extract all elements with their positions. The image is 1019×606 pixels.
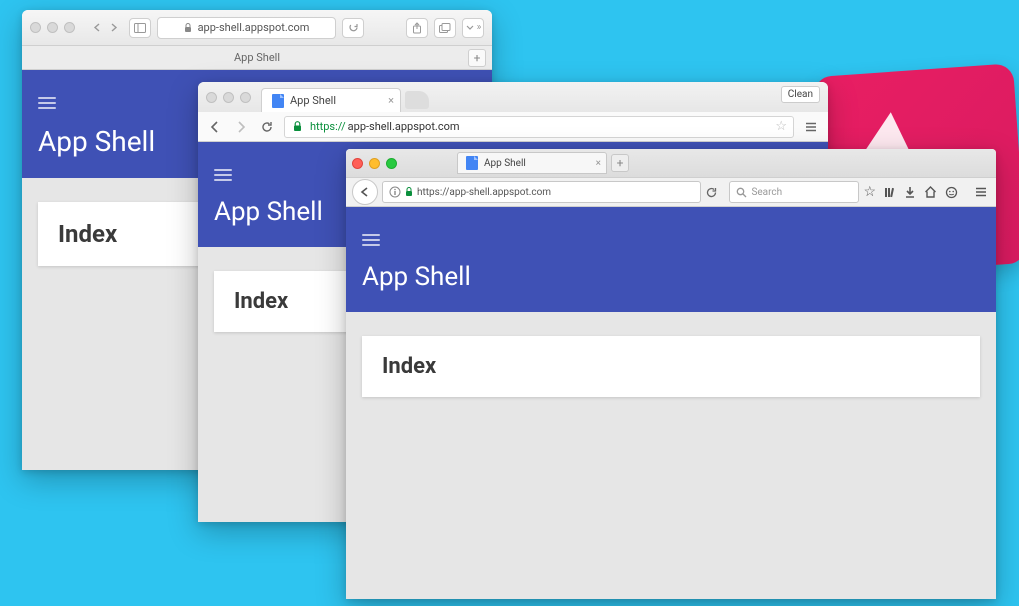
- app-title: App Shell: [362, 262, 980, 292]
- bookmark-star-icon[interactable]: ☆: [863, 184, 876, 200]
- back-button[interactable]: [87, 23, 105, 32]
- close-tab-icon[interactable]: ×: [388, 94, 394, 107]
- menu-button[interactable]: [972, 183, 990, 201]
- app-header: App Shell: [346, 207, 996, 312]
- menu-button[interactable]: [802, 118, 820, 136]
- hamburger-icon[interactable]: [214, 169, 232, 181]
- info-icon[interactable]: [389, 186, 401, 198]
- search-bar[interactable]: Search: [729, 181, 859, 203]
- reload-button[interactable]: [342, 18, 364, 38]
- back-button[interactable]: [206, 118, 224, 136]
- tab-title: App Shell: [234, 51, 280, 64]
- close-icon[interactable]: [30, 22, 41, 33]
- library-icon[interactable]: [884, 186, 896, 198]
- url-text: https://app-shell.appspot.com: [417, 187, 551, 198]
- bookmark-star-icon[interactable]: ☆: [775, 119, 787, 134]
- nav-back-forward[interactable]: [87, 23, 123, 32]
- close-icon[interactable]: [352, 158, 363, 169]
- content-card: Index: [362, 336, 980, 397]
- sync-icon[interactable]: [945, 186, 958, 199]
- clean-button[interactable]: Clean: [781, 86, 820, 103]
- download-icon[interactable]: [904, 186, 916, 198]
- browser-tab[interactable]: App Shell ×: [261, 88, 401, 112]
- clean-label: Clean: [788, 89, 813, 100]
- address-text: app-shell.appspot.com: [198, 21, 310, 34]
- minimize-icon[interactable]: [369, 158, 380, 169]
- firefox-tabstrip: App Shell × +: [346, 149, 996, 177]
- window-controls[interactable]: [206, 92, 251, 103]
- tabs-button[interactable]: [434, 18, 456, 38]
- hamburger-icon[interactable]: [362, 234, 380, 246]
- maximize-icon[interactable]: [64, 22, 75, 33]
- minimize-icon[interactable]: [223, 92, 234, 103]
- sidebar-button[interactable]: [129, 18, 151, 38]
- forward-button: [232, 118, 250, 136]
- maximize-icon[interactable]: [386, 158, 397, 169]
- app-body: Index: [346, 312, 996, 599]
- window-controls[interactable]: [30, 22, 75, 33]
- reload-button[interactable]: [258, 118, 276, 136]
- new-tab-button[interactable]: +: [468, 49, 486, 67]
- forward-button[interactable]: [105, 23, 123, 32]
- card-heading: Index: [234, 289, 288, 314]
- browser-tab[interactable]: App Shell ×: [457, 152, 607, 174]
- card-heading: Index: [58, 220, 117, 248]
- address-bar[interactable]: https://app-shell.appspot.com ☆: [284, 116, 794, 138]
- url-host: app-shell.appspot.com: [348, 120, 460, 133]
- new-tab-button[interactable]: [405, 91, 429, 109]
- page-icon: [272, 94, 284, 108]
- share-button[interactable]: [406, 18, 428, 38]
- close-tab-icon[interactable]: ×: [596, 158, 601, 169]
- new-tab-button[interactable]: +: [611, 154, 629, 172]
- firefox-window: App Shell × + https://app-shell.appspot.…: [346, 149, 996, 599]
- chrome-toolbar: https://app-shell.appspot.com ☆: [198, 112, 828, 142]
- firefox-toolbar: https://app-shell.appspot.com Search ☆: [346, 177, 996, 207]
- minimize-icon[interactable]: [47, 22, 58, 33]
- browser-tab[interactable]: App Shell: [22, 51, 492, 64]
- page-icon: [466, 156, 478, 170]
- home-icon[interactable]: [924, 186, 937, 198]
- card-heading: Index: [382, 354, 436, 379]
- tab-title: App Shell: [290, 94, 336, 107]
- address-bar[interactable]: app-shell.appspot.com: [157, 17, 336, 39]
- overflow-button[interactable]: »: [462, 18, 484, 38]
- lock-icon: [405, 187, 413, 197]
- maximize-icon[interactable]: [240, 92, 251, 103]
- hamburger-icon[interactable]: [38, 97, 56, 109]
- lock-icon: [184, 23, 192, 33]
- lock-icon: [293, 121, 302, 132]
- tab-title: App Shell: [484, 158, 526, 169]
- back-button[interactable]: [352, 179, 378, 205]
- toolbar-actions: ☆: [863, 184, 958, 200]
- safari-titlebar: app-shell.appspot.com »: [22, 10, 492, 46]
- search-placeholder: Search: [751, 187, 782, 198]
- window-controls[interactable]: [352, 158, 397, 169]
- close-icon[interactable]: [206, 92, 217, 103]
- chrome-tabstrip: App Shell × Clean: [198, 82, 828, 112]
- address-bar[interactable]: https://app-shell.appspot.com: [382, 181, 701, 203]
- url-scheme: https://: [310, 120, 346, 133]
- reload-button[interactable]: [705, 186, 725, 199]
- safari-tabbar: App Shell +: [22, 46, 492, 70]
- search-icon: [736, 187, 747, 198]
